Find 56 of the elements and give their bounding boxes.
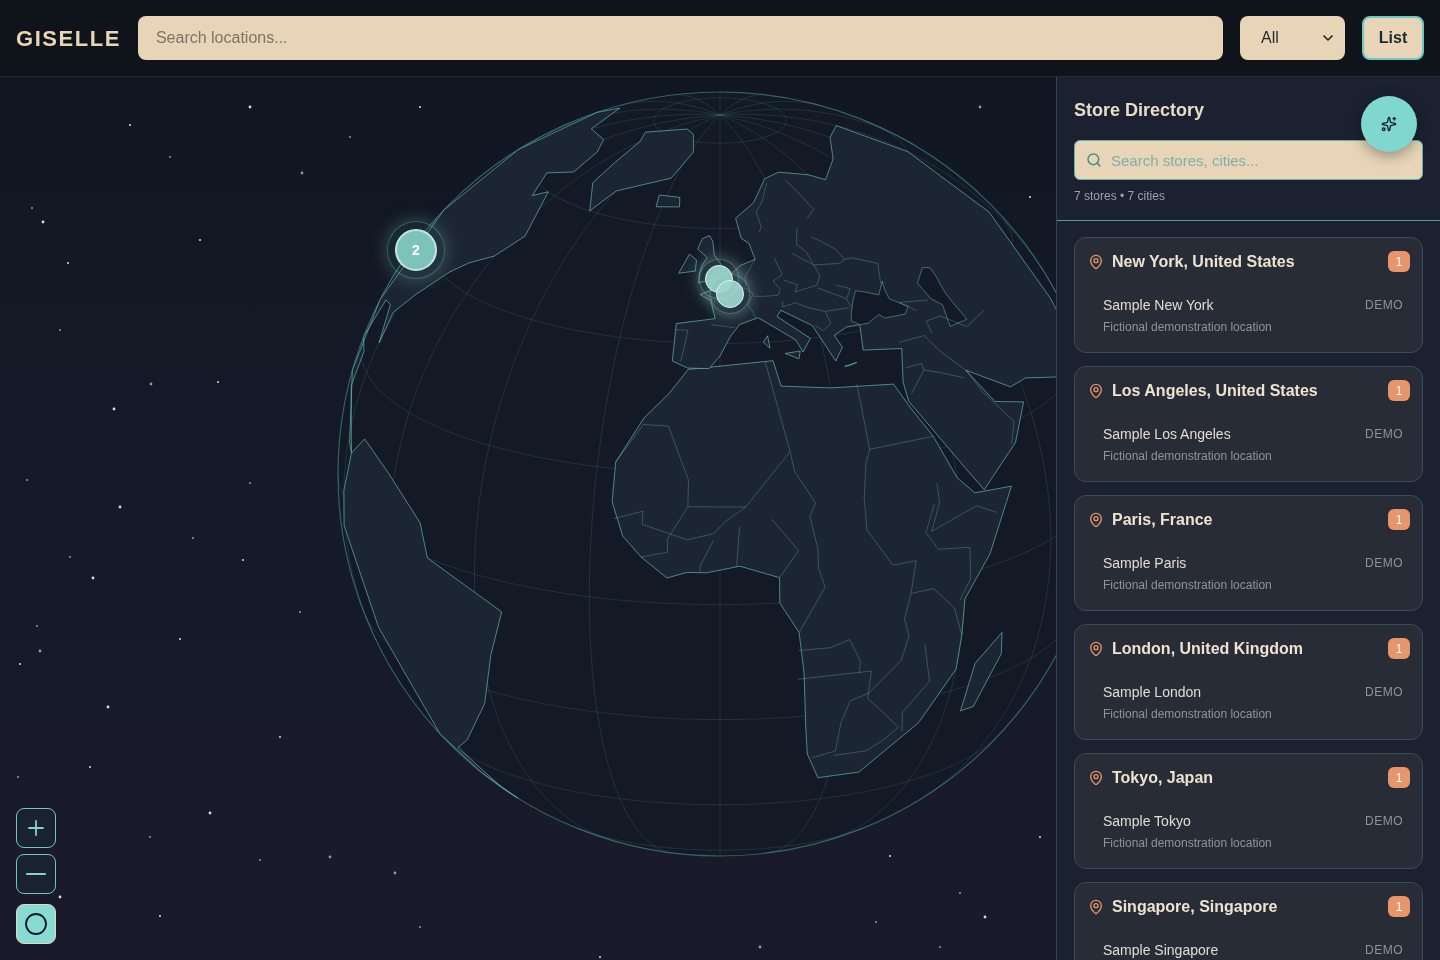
store-description: Fictional demonstration location bbox=[1103, 319, 1273, 335]
app-logo: GISELLE bbox=[16, 24, 121, 53]
sparkle-button[interactable] bbox=[1361, 96, 1417, 152]
map-pin-icon bbox=[1088, 640, 1104, 657]
sidebar-title: Store Directory bbox=[1074, 99, 1206, 121]
store-count-badge: 1 bbox=[1388, 509, 1410, 530]
city-card[interactable]: New York, United States 1 Sample New York DEMO Fictional demonstration location bbox=[1074, 237, 1423, 353]
city-name: New York, United States bbox=[1112, 251, 1296, 272]
search-icon bbox=[1086, 152, 1102, 168]
map-pin-icon bbox=[1088, 382, 1104, 399]
map-pin-icon bbox=[1088, 253, 1104, 270]
store-description: Fictional demonstration location bbox=[1103, 577, 1273, 593]
city-name: Paris, France bbox=[1112, 509, 1214, 530]
city-name: Tokyo, Japan bbox=[1112, 767, 1215, 788]
city-name: Los Angeles, United States bbox=[1112, 380, 1319, 401]
city-card[interactable]: Singapore, Singapore 1 Sample Singapore DEMO bbox=[1074, 882, 1423, 960]
globe-view-button[interactable] bbox=[16, 904, 56, 944]
store-tag: DEMO bbox=[1365, 684, 1403, 701]
search-field[interactable]: Search locations... bbox=[137, 16, 1223, 60]
store-description: Fictional demonstration location bbox=[1103, 835, 1273, 851]
city-card[interactable]: Los Angeles, United States 1 Sample Los Angeles DEMO Fictional demonstration location bbox=[1074, 366, 1423, 482]
filter-dropdown[interactable]: All bbox=[1240, 16, 1345, 60]
city-card[interactable]: Paris, France 1 Sample Paris DEMO Fictional demonstration location bbox=[1074, 495, 1423, 611]
store-count-badge: 1 bbox=[1388, 896, 1410, 917]
store-tag: DEMO bbox=[1365, 426, 1403, 443]
store-name: Sample Paris bbox=[1103, 555, 1187, 572]
circle-icon bbox=[24, 912, 48, 936]
store-count-badge: 1 bbox=[1388, 251, 1410, 272]
store-name: Sample Tokyo bbox=[1103, 813, 1191, 830]
map-pin-icon bbox=[1088, 769, 1104, 786]
store-tag: DEMO bbox=[1365, 555, 1403, 572]
zoom-in-button[interactable] bbox=[16, 808, 56, 848]
store-description: Fictional demonstration location bbox=[1103, 706, 1273, 722]
city-name: London, United Kingdom bbox=[1112, 638, 1305, 659]
map-pin-icon bbox=[1088, 898, 1104, 915]
store-name: Sample New York bbox=[1103, 297, 1214, 314]
map-pin-icon bbox=[1088, 511, 1104, 528]
city-name: Singapore, Singapore bbox=[1112, 896, 1279, 917]
store-count-badge: 1 bbox=[1388, 638, 1410, 659]
store-tag: DEMO bbox=[1365, 813, 1403, 830]
store-search-field[interactable]: Search stores, cities... bbox=[1074, 140, 1423, 180]
sparkle-icon bbox=[1381, 116, 1397, 132]
zoom-out-button[interactable] bbox=[16, 854, 56, 894]
store-tag: DEMO bbox=[1365, 942, 1403, 959]
store-name: Sample Singapore bbox=[1103, 942, 1219, 959]
results-summary: 7 stores • 7 cities bbox=[1074, 188, 1166, 204]
store-name: Sample London bbox=[1103, 684, 1202, 701]
store-tag: DEMO bbox=[1365, 297, 1403, 314]
store-description: Fictional demonstration location bbox=[1103, 448, 1273, 464]
store-name: Sample Los Angeles bbox=[1103, 426, 1231, 443]
city-card[interactable]: London, United Kingdom 1 Sample London DEMO Fictional demonstration location bbox=[1074, 624, 1423, 740]
list-view-button[interactable]: List bbox=[1362, 16, 1424, 60]
store-count-badge: 1 bbox=[1388, 767, 1410, 788]
city-card[interactable]: Tokyo, Japan 1 Sample Tokyo DEMO Fictional demonstration location bbox=[1074, 753, 1423, 869]
minus-icon bbox=[26, 873, 46, 875]
store-count-badge: 1 bbox=[1388, 380, 1410, 401]
